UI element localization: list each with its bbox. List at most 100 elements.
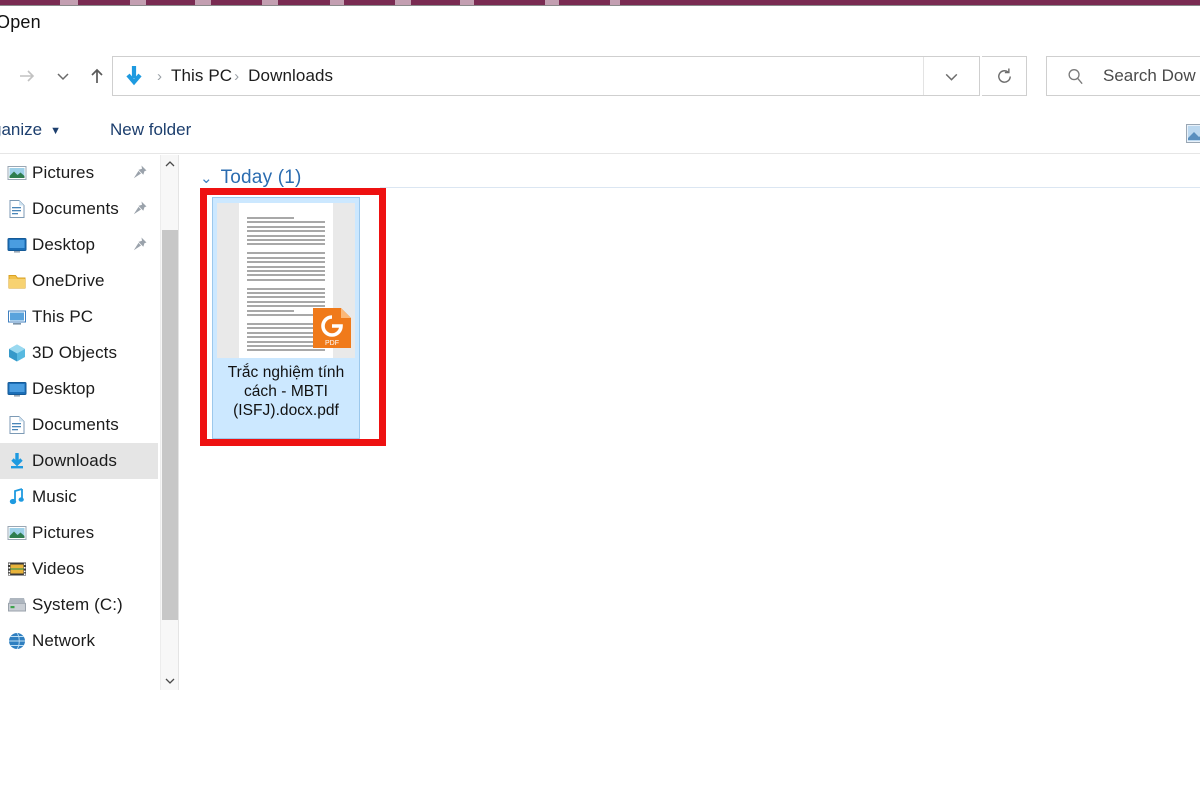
address-bar[interactable]: › This PC › Downloads [112,56,980,96]
sidebar-divider [178,155,179,690]
command-bar: ganize ▼ New folder [0,110,1200,154]
sidebar-item-label: Music [32,487,77,506]
sidebar-scrollbar[interactable] [160,155,179,690]
breadcrumb-downloads[interactable]: Downloads [248,66,333,86]
file-tile[interactable]: PDF Trắc nghiệm tính cách - MBTI (ISFJ).… [212,197,360,439]
videos-icon [2,558,32,580]
window-divider [0,5,1200,6]
breadcrumb-this-pc[interactable]: This PC [171,66,232,86]
sidebar-item-pictures[interactable]: Pictures [0,155,158,191]
sidebar-item-desktop[interactable]: Desktop [0,227,158,263]
file-name-label: Trắc nghiệm tính cách - MBTI (ISFJ).docx… [227,364,345,419]
pictures-icon [7,166,27,180]
scroll-down-button[interactable] [161,672,179,690]
search-icon [1047,67,1103,86]
sidebar-item-label: Documents [32,415,119,434]
chevron-down-icon[interactable]: ⌄ [200,169,213,187]
arrow-up-icon [91,68,103,83]
text-line [247,274,325,277]
network-icon [2,630,32,652]
open-file-dialog: Open › This PC › Downloads Search Dow an… [0,0,1200,800]
text-line [247,287,325,290]
sidebar-item-label: System (C:) [32,595,123,614]
sidebar-item-label: Pictures [32,523,95,542]
text-line [247,252,325,255]
sidebar-item-label: Network [32,631,96,650]
organize-button[interactable]: ganize ▼ [0,120,61,140]
text-line [247,265,325,268]
sidebar-item-desktop[interactable]: Desktop [0,371,158,407]
text-line [247,217,294,219]
arrow-right-icon [20,70,35,82]
pin-icon[interactable] [132,164,148,185]
refresh-button[interactable] [982,56,1027,96]
file-list-pane[interactable]: ⌄ Today (1) PDF Trắc nghiệm tính cách - … [180,155,1200,690]
network-icon [9,632,25,650]
chevron-down-icon [57,73,69,81]
up-button[interactable] [78,53,116,99]
chevron-down-icon [945,73,958,81]
music-icon [2,486,32,508]
address-dropdown-button[interactable] [923,57,979,95]
this-pc-icon [8,310,26,325]
pdf-file-icon: PDF [311,306,353,350]
music-icon [9,488,24,505]
scrollbar-thumb[interactable] [162,230,178,620]
documents-icon [2,414,32,436]
sidebar-item-label: Documents [32,199,119,218]
text-line [247,292,325,295]
text-line [247,238,325,241]
sidebar-item-label: Desktop [32,379,96,398]
text-line [247,243,325,246]
sidebar-item-music[interactable]: Music [0,479,158,515]
sidebar-item-system-c[interactable]: System (C:) [0,587,158,623]
text-line [247,225,325,228]
group-header-label: Today (1) [220,167,302,188]
documents-icon [2,198,32,220]
documents-icon [9,200,25,218]
videos-icon [8,562,26,576]
pictures-icon [2,522,32,544]
forward-button[interactable] [8,53,46,99]
text-line [247,278,325,281]
scroll-up-button[interactable] [161,155,179,173]
pin-icon[interactable] [132,200,148,221]
svg-text:PDF: PDF [325,340,339,347]
text-line [247,234,325,237]
pin-icon [133,165,147,179]
sidebar-item-label: Downloads [32,451,118,470]
sidebar-item-3d-objects[interactable]: 3D Objects [0,335,158,371]
group-header-today[interactable]: ⌄ Today (1) [200,167,302,189]
this-pc-icon [2,306,32,328]
sidebar-item-network[interactable]: Network [0,623,158,659]
sidebar-item-label: This PC [32,307,94,326]
desktop-icon [7,382,27,397]
sidebar-item-documents[interactable]: Documents [0,407,158,443]
sidebar-item-label: OneDrive [32,271,105,290]
dialog-footer: File name: Trắc nghiệm tính cách - MBTI … [0,690,1200,800]
new-folder-button[interactable]: New folder [110,120,191,140]
3d-objects-icon [2,342,32,364]
sidebar-item-label: Desktop [32,235,96,254]
drive-icon [8,598,26,612]
pin-icon [133,237,147,251]
sidebar-item-downloads[interactable]: Downloads [0,443,158,479]
chevron-down-icon: ▼ [50,125,61,137]
search-box[interactable]: Search Dow [1046,56,1200,96]
text-line [247,309,294,312]
sidebar-item-this-pc[interactable]: This PC [0,299,158,335]
text-line [247,221,325,224]
sidebar-item-videos[interactable]: Videos [0,551,158,587]
recent-locations-button[interactable] [44,53,82,99]
pin-icon[interactable] [132,236,148,257]
sidebar-item-label: 3D Objects [32,343,118,362]
organize-label: ganize [0,120,43,139]
sidebar-item-documents[interactable]: Documents [0,191,158,227]
view-layout-icon[interactable] [1186,124,1200,149]
sidebar-item-onedrive[interactable]: OneDrive [0,263,158,299]
sidebar-item-pictures[interactable]: Pictures [0,515,158,551]
pictures-icon [7,526,27,540]
search-input[interactable]: Search Dow [1103,66,1196,86]
group-header-rule [380,187,1200,188]
text-line [247,296,325,299]
